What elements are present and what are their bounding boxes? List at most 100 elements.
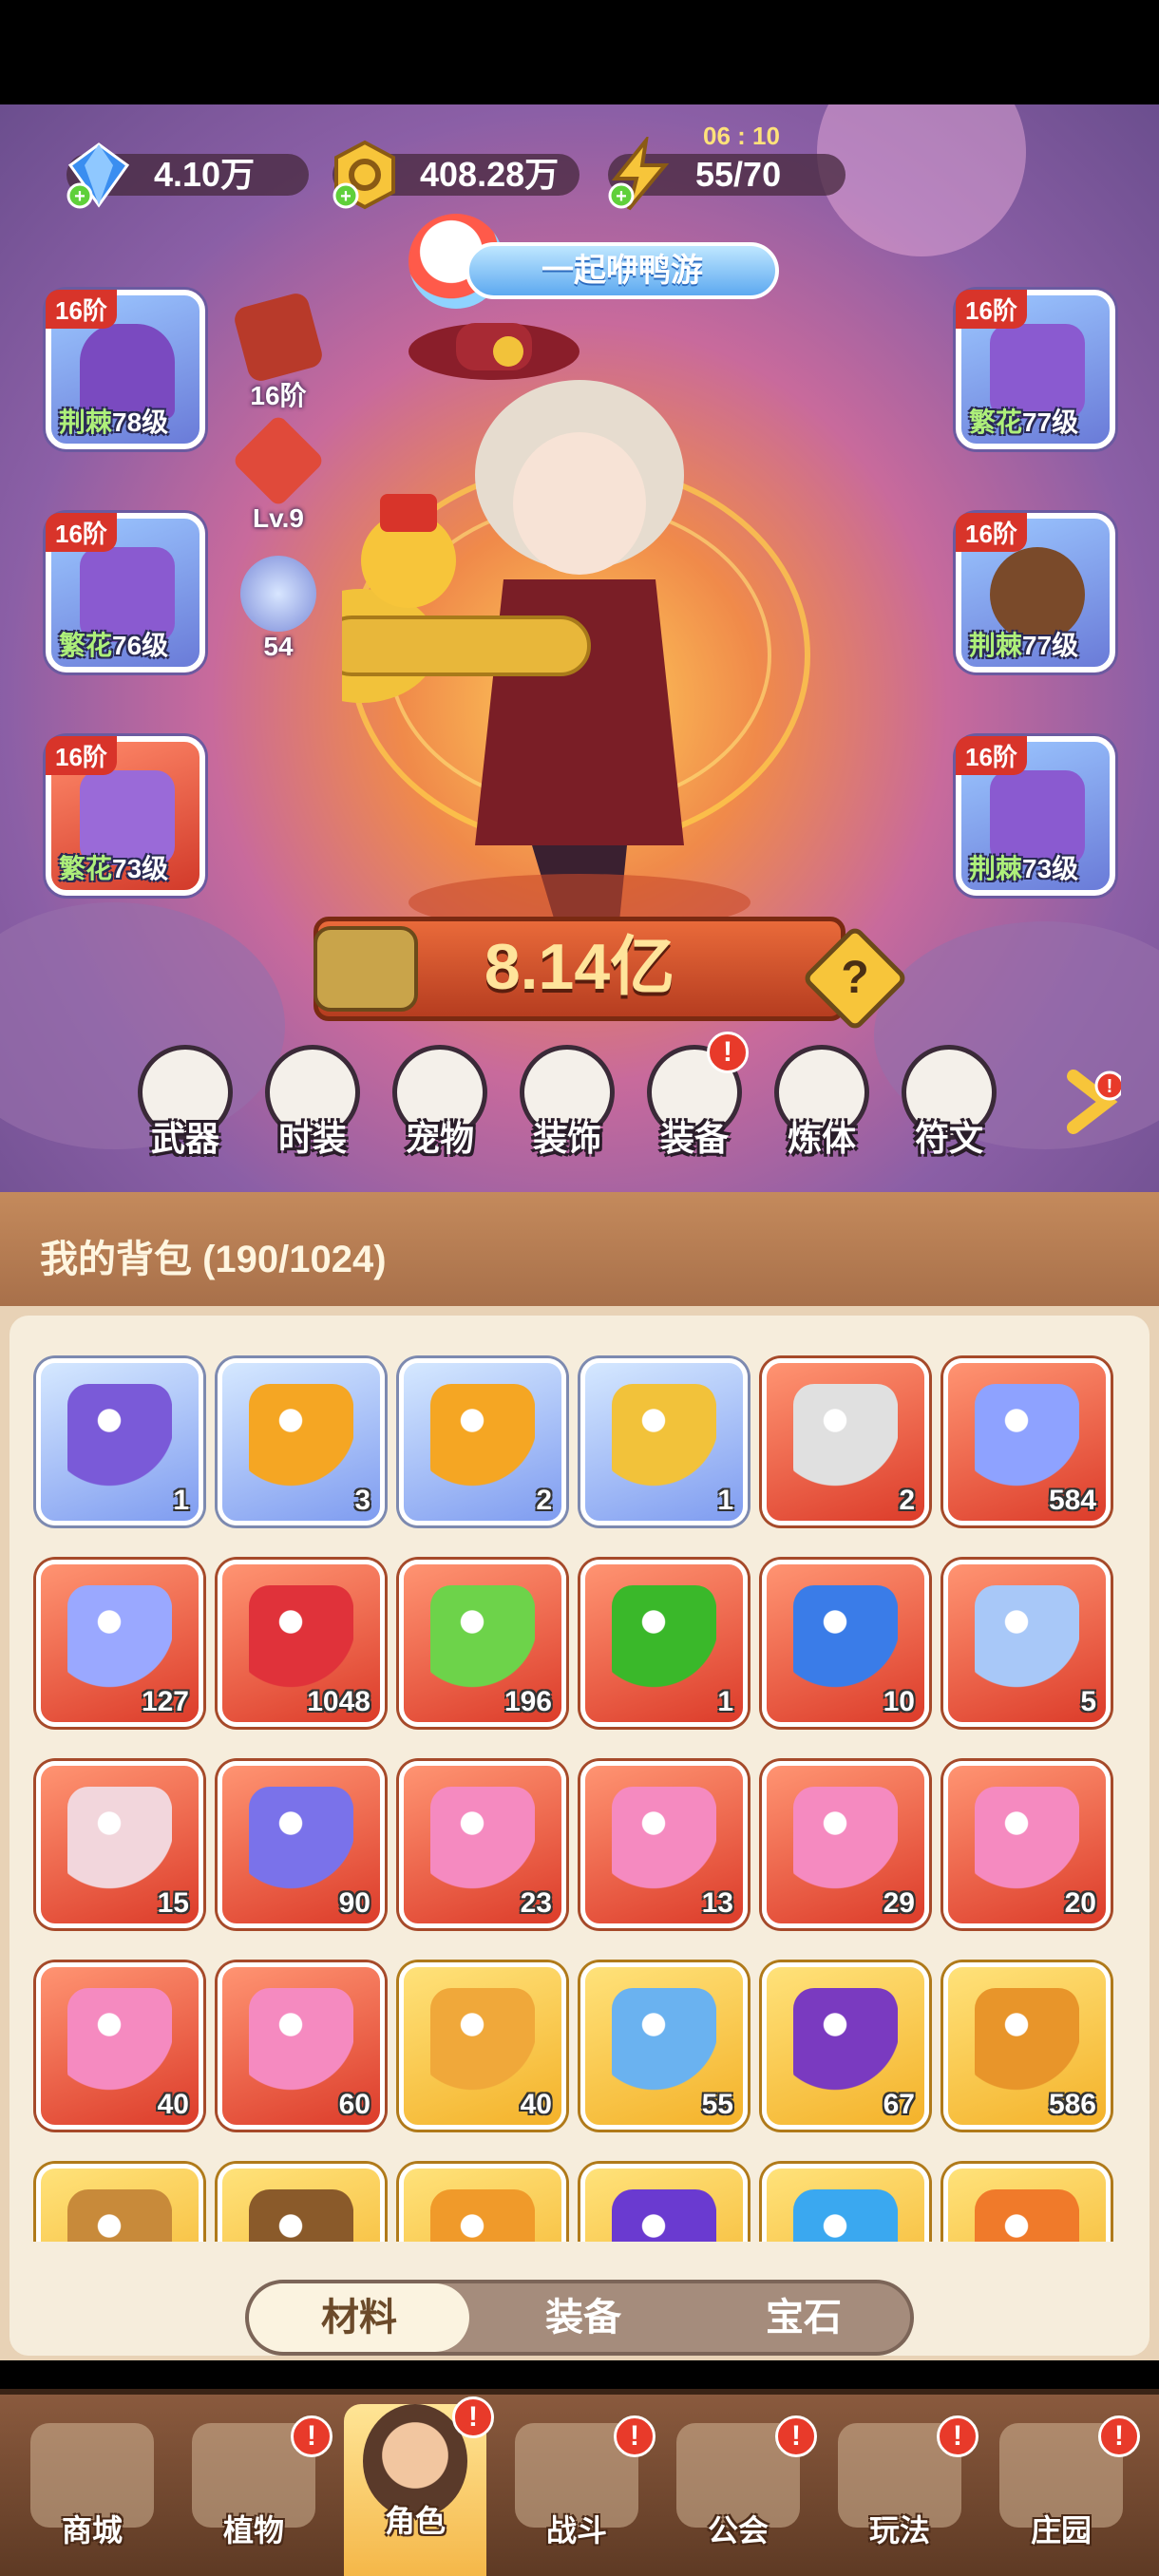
- tab-weapon[interactable]: 武器: [133, 1045, 238, 1161]
- bag-item[interactable]: 1: [36, 1358, 203, 1525]
- bag-item[interactable]: [580, 2164, 748, 2242]
- bag-item-count: 5: [1080, 1686, 1096, 1717]
- bag-item[interactable]: 127: [36, 1560, 203, 1727]
- notification-badge: !: [614, 2415, 656, 2457]
- scroll-icon: [232, 291, 325, 384]
- tab-gems[interactable]: 宝石: [694, 2283, 914, 2352]
- gem-counter[interactable]: + 4.10万: [66, 142, 309, 209]
- nav-character[interactable]: 角色!: [344, 2396, 494, 2576]
- bag-item-grid[interactable]: 1 3 2 1 2 584 127 1048 196 1 10 5 15 90 23 13 29 20 40 60 40…: [19, 1325, 1140, 2242]
- bag-item[interactable]: 23: [399, 1761, 566, 1928]
- equip-slot-boots[interactable]: 16阶 荆棘73级: [956, 736, 1115, 896]
- bag-item[interactable]: 1: [580, 1560, 748, 1727]
- bag-item[interactable]: [218, 2164, 385, 2242]
- bag-item-count: 29: [883, 1887, 915, 1919]
- equip-slot-gloves[interactable]: 16阶 繁花76级: [46, 513, 205, 672]
- flower-bud-icon: [793, 1787, 898, 1891]
- bag-item[interactable]: 55: [580, 1962, 748, 2130]
- nav-gameplay[interactable]: 玩法!: [828, 2415, 978, 2566]
- nav-shop[interactable]: 商城: [21, 2423, 163, 2566]
- bag-item[interactable]: [762, 2164, 929, 2242]
- tab-equipment-items[interactable]: 装备: [473, 2283, 694, 2352]
- green-capsule-icon: [612, 1585, 716, 1690]
- bag-item[interactable]: 40: [36, 1962, 203, 2130]
- tab-fashion[interactable]: 时装: [260, 1045, 365, 1161]
- bag-item[interactable]: 20: [943, 1761, 1111, 1928]
- tab-materials[interactable]: 材料: [249, 2283, 469, 2352]
- bag-item[interactable]: 67: [762, 1962, 929, 2130]
- bag-item-count: 55: [701, 2089, 733, 2120]
- bag-item[interactable]: 15: [36, 1761, 203, 1928]
- notification-badge: !: [707, 1032, 749, 1073]
- bag-item[interactable]: 584: [943, 1358, 1111, 1525]
- flower-bud-icon: [249, 1988, 353, 2093]
- energy-counter[interactable]: + 55/70: [608, 137, 846, 211]
- bag-item-count: 196: [504, 1686, 552, 1717]
- equip-level: 繁花73级: [59, 854, 169, 883]
- blue-mushroom-icon: [793, 2189, 898, 2242]
- bag-item[interactable]: [399, 2164, 566, 2242]
- svg-text:+: +: [74, 186, 86, 207]
- tab-pet[interactable]: 宠物: [388, 1045, 492, 1161]
- tab-label: 装备: [659, 1119, 729, 1158]
- bag-item[interactable]: 13: [580, 1761, 748, 1928]
- bag-item[interactable]: 5: [943, 1560, 1111, 1727]
- moon-star-icon: [67, 1585, 172, 1690]
- bag-item[interactable]: 2: [762, 1358, 929, 1525]
- bag-item-count: 20: [1064, 1887, 1096, 1919]
- red-crystal-icon: [231, 413, 326, 508]
- event-banner-title: 一起咿鸭游: [466, 242, 779, 299]
- character-tabs: 武器 时装 宠物 装饰 装备 ! 炼体 符文: [0, 1032, 1159, 1168]
- bag-item-count: 60: [338, 2089, 370, 2120]
- equip-slot-armor[interactable]: 16阶 繁花77级: [956, 290, 1115, 449]
- necklace-icon: [793, 1585, 898, 1690]
- equip-tier: 16阶: [956, 513, 1027, 552]
- bag-item-count: 1: [717, 1485, 733, 1516]
- bag-item[interactable]: 29: [762, 1761, 929, 1928]
- nav-label: 玩法: [868, 2513, 930, 2548]
- chevron-right-icon[interactable]: !: [1064, 1069, 1121, 1135]
- nav-guild[interactable]: 公会!: [667, 2415, 817, 2566]
- gold-counter[interactable]: + 408.28万: [332, 140, 580, 210]
- star-icon: [612, 1384, 716, 1488]
- event-banner[interactable]: 一起咿鸭游: [380, 204, 788, 309]
- notification-badge: !: [775, 2415, 817, 2457]
- equip-tier: 16阶: [46, 513, 117, 552]
- bag-item[interactable]: 60: [218, 1962, 385, 2130]
- bag-item[interactable]: 40: [399, 1962, 566, 2130]
- tab-decoration[interactable]: 装饰: [515, 1045, 619, 1161]
- tab-rune[interactable]: 符文: [897, 1045, 1001, 1161]
- equip-level: 荆棘73级: [969, 854, 1079, 883]
- bag-item[interactable]: [943, 2164, 1111, 2242]
- mini-stat-scroll[interactable]: 16阶: [226, 291, 331, 413]
- mini-stat-label: 54: [263, 632, 294, 661]
- bag-item[interactable]: 196: [399, 1560, 566, 1727]
- bag-item[interactable]: 2: [399, 1358, 566, 1525]
- mini-stat-orbit[interactable]: 54: [226, 556, 331, 662]
- bag-item[interactable]: 1048: [218, 1560, 385, 1727]
- bag-item[interactable]: 90: [218, 1761, 385, 1928]
- bag-item[interactable]: 3: [218, 1358, 385, 1525]
- mini-stat-crystal[interactable]: Lv.9: [226, 413, 331, 534]
- diamond-plus-icon: +: [66, 142, 130, 209]
- bag-item[interactable]: 1: [580, 1358, 748, 1525]
- bag-item-count: 40: [157, 2089, 189, 2120]
- equip-slot-hat[interactable]: 16阶 荆棘78级: [46, 290, 205, 449]
- equip-slot-belt[interactable]: 16阶 荆棘77级: [956, 513, 1115, 672]
- potion-syringe-icon: [430, 1384, 535, 1488]
- bag-item[interactable]: [36, 2164, 203, 2242]
- bag-item-count: 586: [1048, 2089, 1096, 2120]
- equip-slot-pants[interactable]: 16阶 繁花73级: [46, 736, 205, 896]
- nav-plant[interactable]: 植物!: [182, 2415, 332, 2566]
- bag-item-count: 1: [717, 1686, 733, 1717]
- gem-amount: 4.10万: [154, 155, 256, 194]
- bag-item-count: 127: [141, 1686, 189, 1717]
- nav-battle[interactable]: 战斗!: [505, 2415, 656, 2566]
- golden-bottle-icon: [430, 1988, 535, 2093]
- nav-manor[interactable]: 庄园!: [990, 2415, 1140, 2566]
- bag-item[interactable]: 10: [762, 1560, 929, 1727]
- gold-amount: 408.28万: [420, 155, 560, 194]
- tab-equipment[interactable]: 装备 !: [642, 1032, 749, 1161]
- bag-item[interactable]: 586: [943, 1962, 1111, 2130]
- tab-body-refine[interactable]: 炼体: [770, 1045, 874, 1161]
